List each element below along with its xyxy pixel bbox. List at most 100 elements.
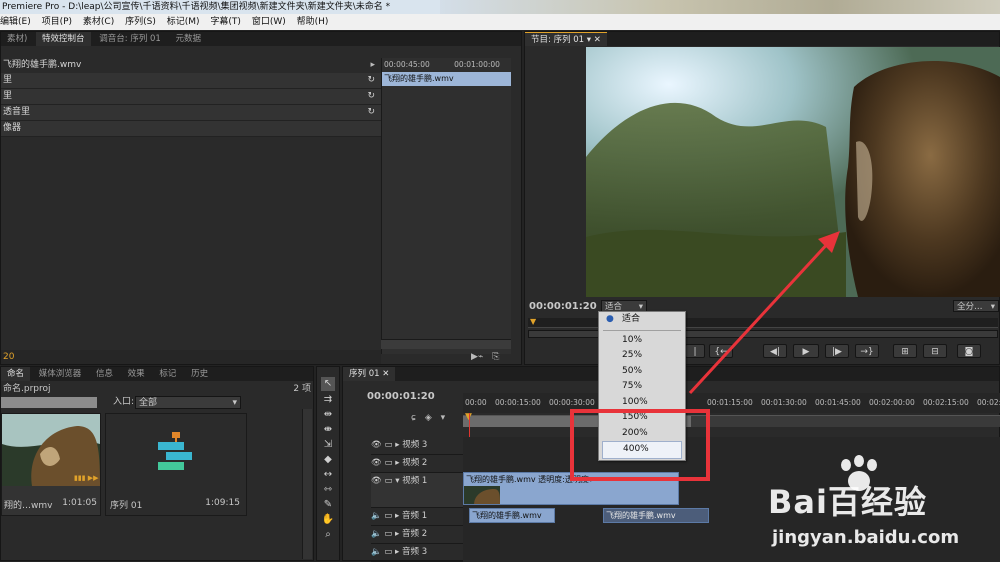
playhead-icon[interactable]: ▼ — [530, 318, 536, 326]
effect-row-volume[interactable]: 透音里 ↻ — [1, 105, 381, 121]
menu-clip[interactable]: 素材(C) — [83, 14, 114, 30]
effect-controls-panel: 素材) 特效控制台 调音台: 序列 01 元数据 飞翔的雄手鹏.wmv ▸ 里 ↻… — [0, 31, 522, 365]
tab-source[interactable]: 素材) — [1, 32, 33, 46]
eye-icon: 👁 — [371, 440, 382, 450]
project-item-clip[interactable]: ▮▮▮ ▶▶ 翔的…wmv 1:01:05 — [1, 413, 101, 516]
project-item-duration: 1:01:05 — [62, 498, 97, 508]
export-icon[interactable]: ⎘ — [492, 352, 499, 362]
track-audio-1[interactable]: 🔈 ▭ ▸ 音频 1 — [371, 508, 463, 526]
rolling-edit-tool-icon[interactable]: ⇼ — [321, 423, 335, 437]
tab-metadata[interactable]: 元数据 — [170, 32, 208, 46]
annotation-box — [570, 409, 710, 481]
program-tabs: 节目: 序列 01 ▾ ✕ — [525, 32, 999, 46]
project-file-name: 命名.prproj — [3, 384, 51, 394]
effect-mini-timeline: 00:00:45:00 00:01:00:00 飞翔的雄手鹏.wmv — [381, 58, 511, 354]
sequence-icon — [158, 432, 192, 470]
menu-edit[interactable]: 编辑(E) — [0, 14, 31, 30]
clip-chip[interactable]: 飞翔的雄手鹏.wmv — [382, 72, 511, 86]
tab-media-browser[interactable]: 媒体浏览器 — [33, 367, 88, 381]
watermark-url: jingyan.baidu.com — [772, 527, 960, 548]
clip-title-row: 飞翔的雄手鹏.wmv ▸ — [1, 58, 381, 72]
project-item-duration: 1:09:15 — [205, 498, 240, 508]
menu-project[interactable]: 项目(P) — [42, 14, 72, 30]
baidu-watermark: Bai百经验 jingyan.baidu.com — [762, 455, 998, 561]
tab-info[interactable]: 信息 — [90, 367, 119, 381]
tab-markers[interactable]: 标记 — [153, 367, 182, 381]
resolution-select[interactable]: 全分… ▾ — [953, 300, 999, 312]
track-audio-2[interactable]: 🔈 ▭ ▸ 音频 2 — [371, 526, 463, 544]
ruler-time-1: 00:00:45:00 — [384, 60, 430, 69]
keyframe-icon[interactable]: ▾ — [441, 413, 446, 423]
effect-list: 里 ↻ 里 ↻ 透音里 ↻ 像器 — [1, 73, 381, 137]
track-video-3[interactable]: 👁 ▭ ▸ 视频 3 — [371, 437, 463, 455]
effect-row-panner[interactable]: 像器 — [1, 121, 381, 137]
hand-tool-icon[interactable]: ✋ — [321, 513, 335, 527]
camera-icon[interactable]: ◙ — [957, 344, 981, 358]
track-video-1[interactable]: 👁 ▭ ▾ 视频 1 — [371, 473, 463, 508]
razor-tool-icon[interactable]: ◆ — [321, 453, 335, 467]
lift-icon[interactable]: ⊞ — [893, 344, 917, 358]
ripple-edit-tool-icon[interactable]: ⇹ — [321, 408, 335, 422]
ruler-time-2: 00:01:00:00 — [454, 60, 500, 69]
in-select-value: 全部 — [139, 398, 158, 408]
menu-marker[interactable]: 标记(M) — [167, 14, 200, 30]
project-scrollbar[interactable] — [302, 409, 312, 559]
project-item-count: 2 项 — [293, 384, 311, 394]
menu-help[interactable]: 帮助(H) — [297, 14, 329, 30]
selection-tool-icon[interactable]: ↖ — [321, 377, 335, 391]
video-clip-thumbnail — [464, 486, 500, 504]
effect-footer-icons: ▶⌁ ⎘ — [471, 352, 521, 364]
rate-stretch-tool-icon[interactable]: ⇲ — [321, 438, 335, 452]
speaker-icon: 🔈 — [371, 547, 382, 557]
chevron-down-icon: ▾ — [990, 302, 995, 312]
watermark-brand: Bai百经验 — [768, 483, 927, 521]
audio-clip-1[interactable]: 飞翔的雄手鹏.wmv — [469, 508, 555, 523]
effect-row-motion[interactable]: 里 ↻ — [1, 73, 381, 89]
tab-effect-controls[interactable]: 特效控制台 — [36, 32, 91, 46]
eye-icon: 👁 — [371, 458, 382, 468]
track-audio-3[interactable]: 🔈 ▭ ▸ 音频 3 — [371, 544, 463, 562]
effect-scrollbar[interactable] — [381, 339, 511, 349]
tab-effects[interactable]: 效果 — [122, 367, 151, 381]
timeline-timecode[interactable]: 00:00:01:20 — [367, 390, 447, 404]
project-item-sequence[interactable]: 序列 01 1:09:15 — [105, 413, 247, 516]
tools-panel: ↖ ⇉ ⇹ ⇼ ⇲ ◆ ↔ ⇿ ✎ ✋ ⌕ — [316, 366, 340, 561]
effect-time-row: 20 — [1, 350, 381, 364]
play-triangle-icon[interactable]: ▸ — [370, 58, 375, 72]
project-item-name: 翔的…wmv — [4, 501, 53, 511]
audio-clip-2[interactable]: 飞翔的雄手鹏.wmv — [603, 508, 709, 523]
reset-icon[interactable]: ↻ — [367, 89, 375, 104]
slide-tool-icon[interactable]: ⇿ — [321, 483, 335, 497]
annotation-overlay — [570, 231, 840, 481]
slip-tool-icon[interactable]: ↔ — [321, 468, 335, 482]
marker-icon[interactable]: ◈ — [425, 413, 432, 423]
effect-current-time[interactable]: 20 — [3, 352, 14, 362]
tab-audio-mixer[interactable]: 调音台: 序列 01 — [93, 32, 167, 46]
track-video-2[interactable]: 👁 ▭ ▸ 视频 2 — [371, 455, 463, 473]
reset-icon[interactable]: ↻ — [367, 105, 375, 120]
zoom-tool-icon[interactable]: ⌕ — [321, 528, 335, 542]
project-tabs: 命名 媒体浏览器 信息 效果 标记 历史 — [1, 367, 313, 381]
effect-row-opacity[interactable]: 里 ↻ — [1, 89, 381, 105]
menu-window[interactable]: 窗口(W) — [252, 14, 286, 30]
tab-project[interactable]: 命名 — [1, 367, 31, 381]
tab-history[interactable]: 历史 — [185, 367, 214, 381]
speaker-icon: 🔈 — [371, 529, 382, 539]
tab-sequence[interactable]: 序列 01 ✕ — [343, 367, 396, 381]
snap-icon[interactable]: ɕ — [411, 413, 416, 423]
annotation-arrow-line — [688, 239, 832, 395]
chevron-down-icon: ▾ — [232, 398, 237, 408]
tab-program[interactable]: 节目: 序列 01 ▾ ✕ — [525, 32, 607, 46]
menu-sequence[interactable]: 序列(S) — [125, 14, 156, 30]
reset-icon[interactable]: ↻ — [367, 73, 375, 88]
go-to-out-icon[interactable]: →} — [855, 344, 879, 358]
window-title: Premiere Pro - D:\leap\公司宣传\千语资料\千语视频\集团… — [2, 2, 391, 12]
project-search-input[interactable] — [1, 397, 97, 408]
extract-icon[interactable]: ⊟ — [923, 344, 947, 358]
in-select[interactable]: 全部 ▾ — [135, 396, 241, 409]
project-item-name: 序列 01 — [110, 501, 143, 511]
pen-tool-icon[interactable]: ✎ — [321, 498, 335, 512]
menu-title[interactable]: 字幕(T) — [210, 14, 241, 30]
audio-play-icon[interactable]: ▶⌁ — [471, 352, 483, 362]
track-select-tool-icon[interactable]: ⇉ — [321, 393, 335, 407]
